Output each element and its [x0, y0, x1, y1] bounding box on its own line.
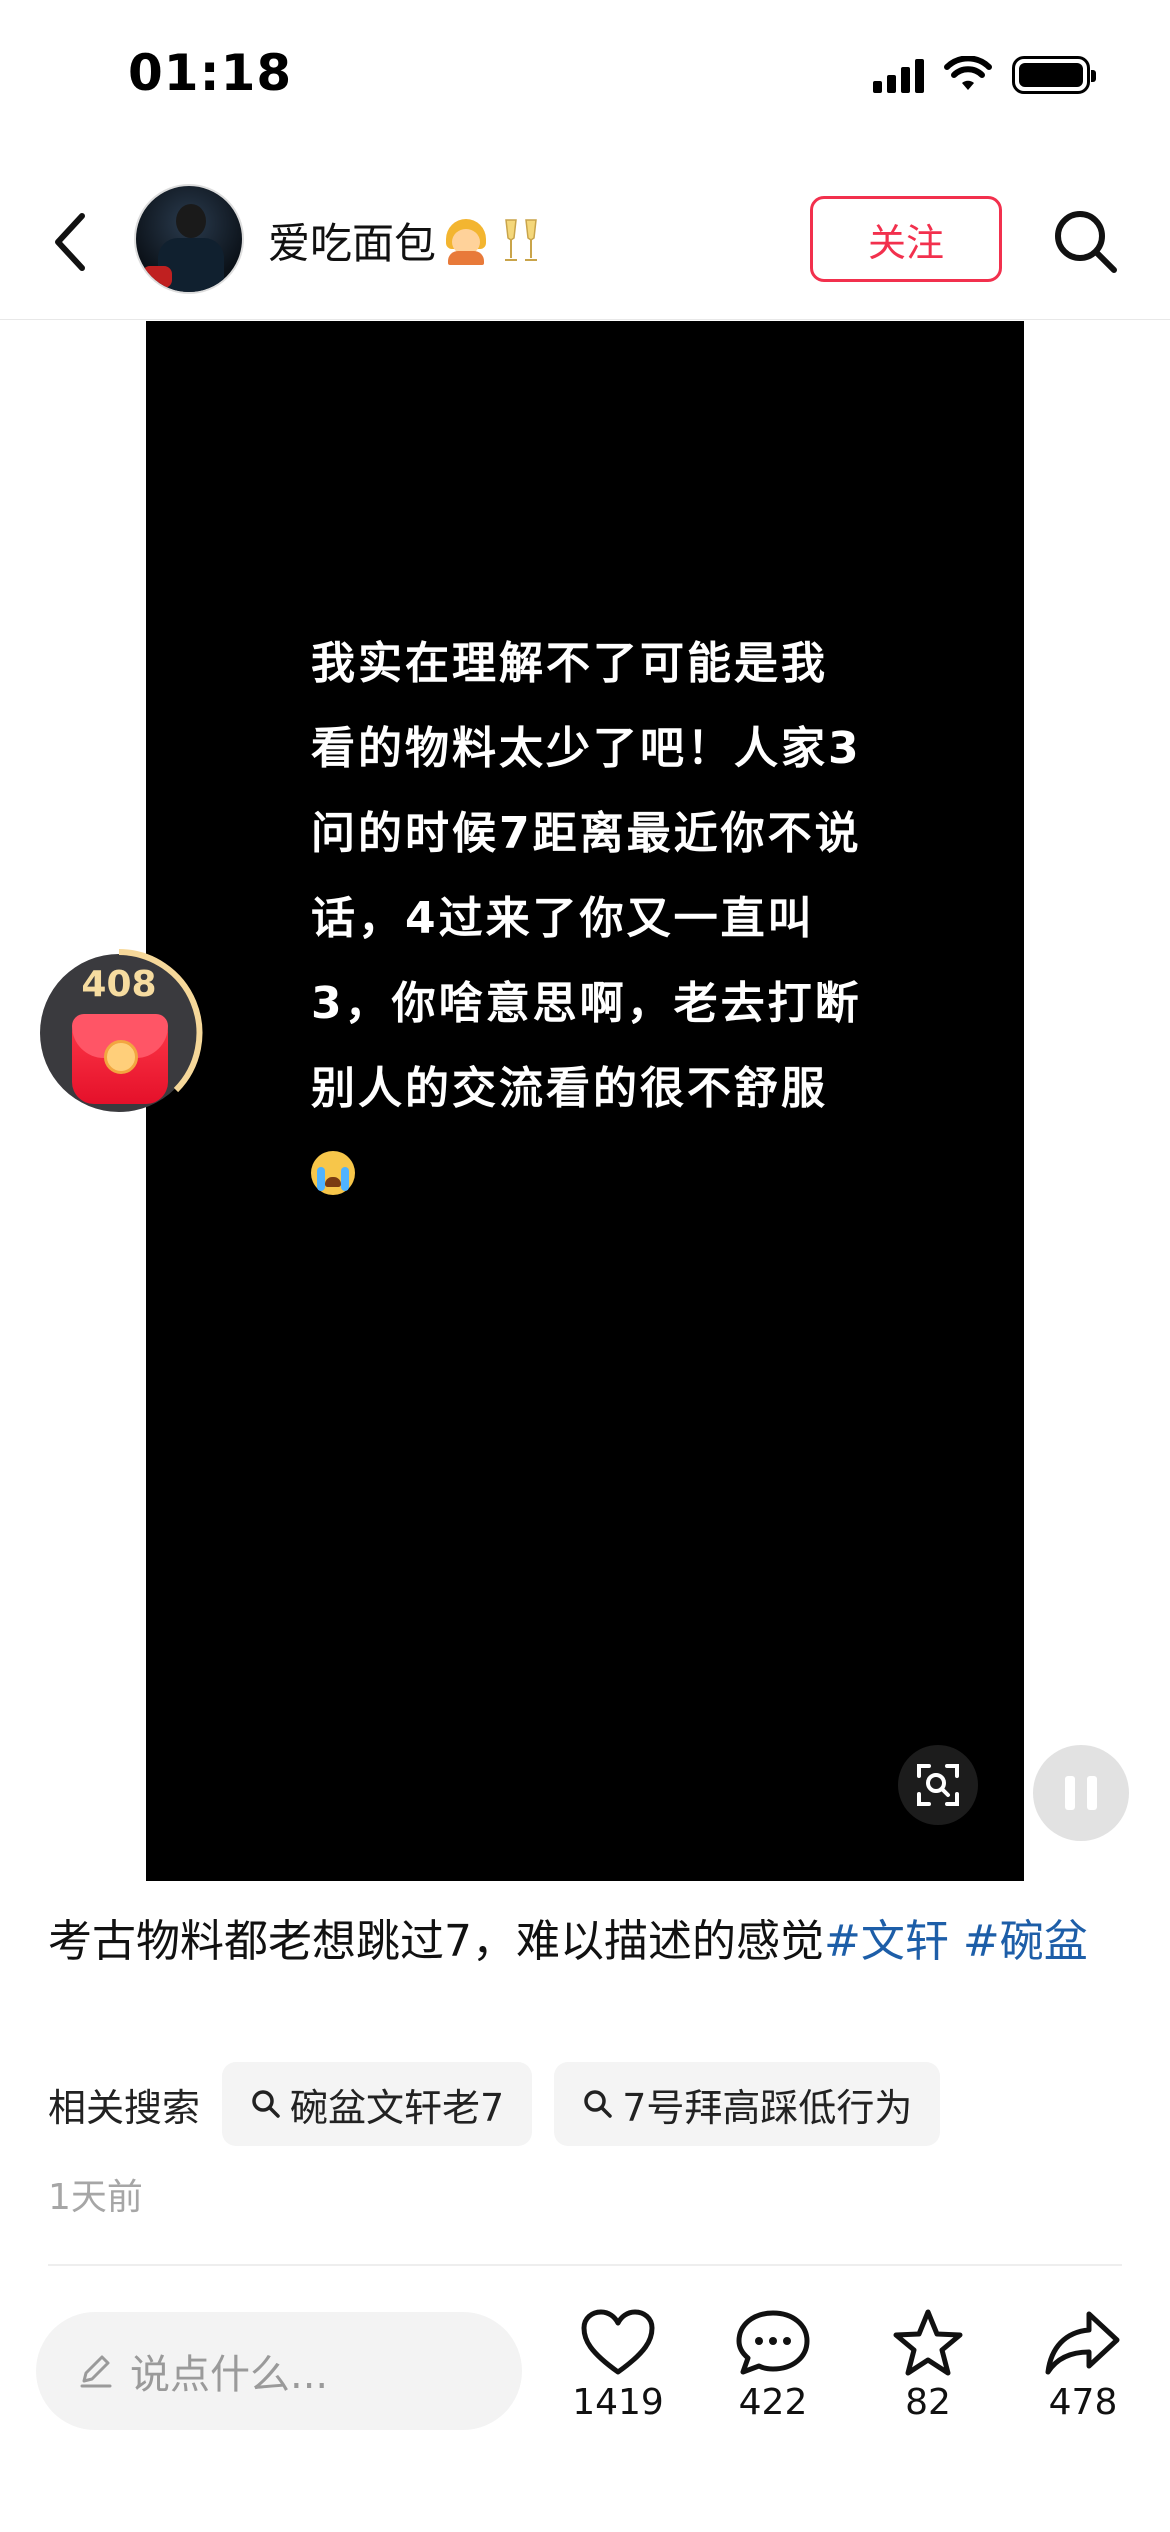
divider [48, 2264, 1122, 2266]
status-icons [873, 56, 1096, 94]
related-search-chip[interactable]: 7号拜高踩低行为 [554, 2062, 941, 2146]
battery-icon [1012, 56, 1096, 94]
crying-emoji-icon [311, 1151, 355, 1195]
status-time: 01:18 [128, 44, 293, 102]
star-icon [893, 2309, 963, 2376]
comment-count: 422 [738, 2382, 808, 2423]
like-button[interactable]: 1419 [558, 2308, 678, 2423]
pause-icon [1065, 1776, 1075, 1810]
video-overlay-text: 我实在理解不了可能是我看的物料太少了吧！人家3问的时候7距离最近你不说话，4过来… [311, 621, 871, 1216]
post-time: 1天前 [48, 2177, 143, 2218]
share-count: 478 [1048, 2382, 1118, 2423]
favorite-button[interactable]: 82 [868, 2308, 988, 2423]
favorite-count: 82 [905, 2382, 951, 2423]
search-icon [1055, 211, 1117, 273]
share-button[interactable]: 478 [1023, 2308, 1143, 2423]
red-packet-count: 408 [81, 964, 157, 1005]
related-searches-label: 相关搜索 [48, 2085, 201, 2130]
follow-button[interactable]: 关注 [810, 196, 1002, 282]
hashtag-link[interactable]: #碗盆 [963, 1916, 1088, 1967]
heart-icon [581, 2309, 655, 2375]
comment-input[interactable]: 说点什么... [36, 2312, 522, 2430]
image-search-button[interactable] [898, 1745, 978, 1825]
related-search-chip[interactable]: 碗盆文轩老7 [222, 2062, 533, 2146]
video-player[interactable]: 我实在理解不了可能是我看的物料太少了吧！人家3问的时候7距离最近你不说话，4过来… [146, 321, 1024, 1881]
post-caption: 考古物料都老想跳过7，难以描述的感觉#文轩 #碗盆 [48, 1910, 1128, 1974]
search-icon [584, 2090, 612, 2118]
girl-emoji-icon [442, 217, 490, 265]
comment-icon [736, 2310, 810, 2375]
search-button[interactable] [1050, 206, 1120, 276]
back-button[interactable] [40, 202, 100, 282]
username-text: 爱吃面包 [268, 219, 437, 268]
profile-header: 爱吃面包 关注 [0, 170, 1170, 320]
comment-placeholder: 说点什么... [130, 2352, 329, 2398]
red-packet-widget[interactable]: 408 [34, 948, 204, 1118]
video-overlay-text-body: 我实在理解不了可能是我看的物料太少了吧！人家3问的时候7距离最近你不说话，4过来… [311, 638, 862, 1114]
champagne-emoji-icon [505, 218, 538, 261]
cellular-signal-icon [873, 57, 924, 93]
related-search-text: 碗盆文轩老7 [290, 2085, 505, 2130]
wifi-icon [944, 56, 992, 90]
scan-icon [917, 1764, 959, 1806]
caption-text: 考古物料都老想跳过7，难以描述的感觉 [48, 1916, 824, 1967]
comment-button[interactable]: 422 [713, 2308, 833, 2423]
like-count: 1419 [572, 2382, 664, 2423]
hashtag-link[interactable]: #文轩 [824, 1916, 949, 1967]
username[interactable]: 爱吃面包 [268, 210, 546, 271]
share-icon [1045, 2311, 1120, 2375]
avatar[interactable] [134, 184, 244, 294]
back-icon [55, 213, 85, 271]
status-bar: 01:18 [0, 0, 1170, 150]
search-icon [252, 2090, 280, 2118]
pause-button[interactable] [1033, 1745, 1129, 1841]
pencil-icon [80, 2355, 112, 2388]
related-search-text: 7号拜高踩低行为 [622, 2085, 913, 2130]
related-searches: 相关搜索 碗盆文轩老7 7号拜高踩低行为 [48, 2062, 941, 2146]
